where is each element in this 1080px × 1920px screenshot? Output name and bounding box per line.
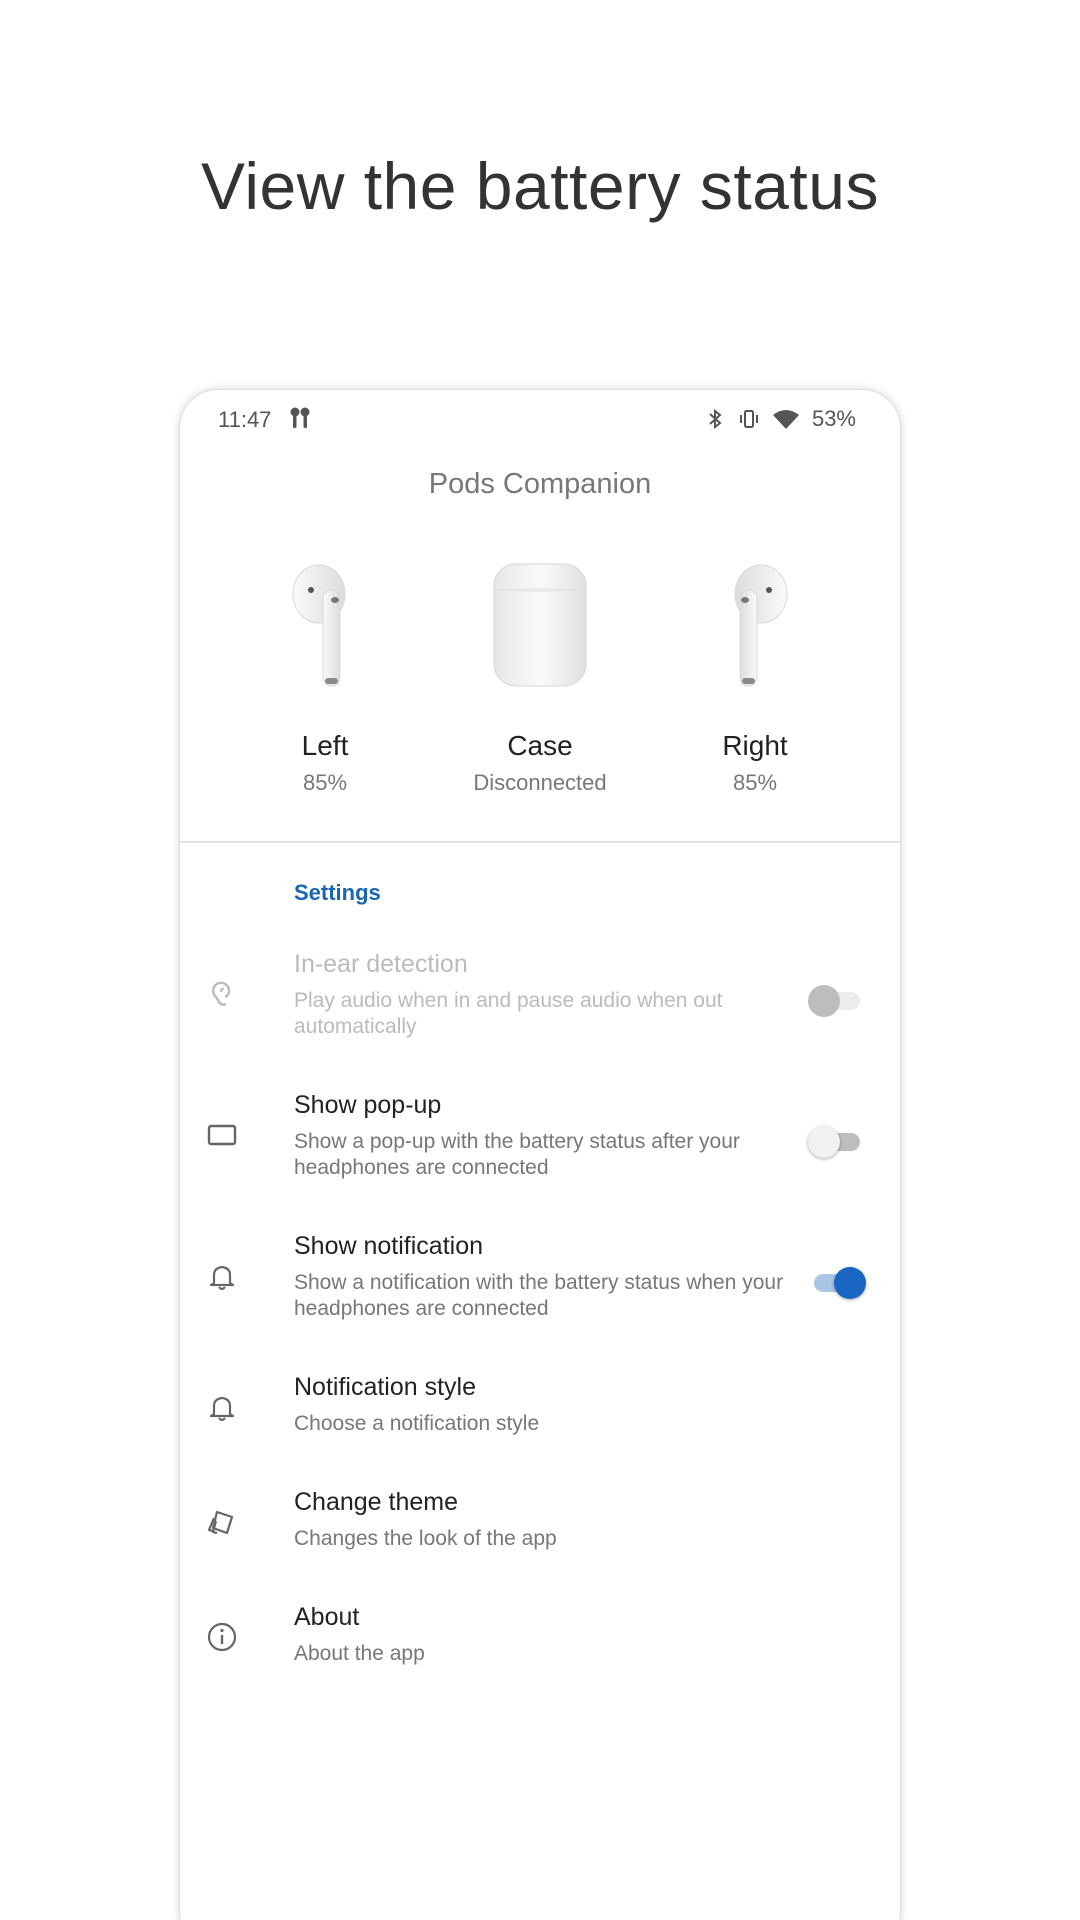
pref-change-theme-title: Change theme [294,1488,459,1516]
device-right: Right 85% [655,560,855,796]
status-time: 11:47 [218,407,272,432]
status-bar: 11:47 53% [180,390,900,448]
device-right-battery: 85% [732,770,778,795]
bell-icon [209,1265,235,1291]
pref-show-notification-summary: Show a notification with the battery sta… [294,1271,784,1320]
pref-about-summary: About the app [294,1642,425,1665]
pref-show-notification[interactable]: Show notification Show a notification wi… [180,1232,900,1332]
battery-percentage: 53% [811,406,856,431]
pref-in-ear-detection-title: In-ear detection [294,950,468,978]
charging-case-icon [493,563,587,687]
pref-notification-style[interactable]: Notification style Choose a notification… [180,1373,900,1453]
pref-show-popup-summary: Show a pop-up with the battery status af… [294,1130,740,1179]
device-case-name: Case [507,730,573,761]
airpods-icon [290,407,310,428]
show-popup-switch[interactable] [808,1123,864,1158]
promo-headline: View the battery status [201,149,879,223]
pref-show-notification-title: Show notification [294,1232,484,1260]
device-case: Case Disconnected [440,560,640,796]
device-right-name: Right [722,730,788,761]
theme-icon [207,1510,234,1535]
popup-window-icon [207,1124,237,1146]
show-notification-switch[interactable] [808,1264,866,1299]
pref-about-title: About [294,1603,360,1631]
pref-about[interactable]: About About the app [180,1603,900,1683]
app-title: Pods Companion [428,468,652,500]
settings-section-header: Settings [294,880,381,905]
pref-notification-style-summary: Choose a notification style [294,1412,540,1435]
pref-show-popup[interactable]: Show pop-up Show a pop-up with the batte… [180,1091,900,1191]
device-left-name: Left [301,730,349,761]
wifi-icon [772,410,799,429]
bluetooth-icon [709,408,722,430]
vibrate-icon [739,410,758,428]
left-earbud-icon [292,564,346,687]
device-left-battery: 85% [302,770,348,795]
device-case-status: Disconnected [473,770,607,795]
phone-frame: 11:47 53% Pods Companion Left 85% Case D… [180,390,900,1920]
ear-icon [212,981,231,1006]
pref-in-ear-detection-summary: Play audio when in and pause audio when … [294,989,723,1038]
pref-change-theme[interactable]: Change theme Changes the look of the app [180,1488,900,1568]
device-left: Left 85% [225,560,425,796]
right-earbud-icon [734,564,788,687]
bell-icon [209,1396,235,1422]
pref-change-theme-summary: Changes the look of the app [294,1527,557,1550]
status-icons: 53% [704,406,856,432]
in-ear-detection-switch[interactable] [808,982,864,1017]
pref-in-ear-detection[interactable]: In-ear detection Play audio when in and … [180,950,900,1050]
pref-notification-style-title: Notification style [294,1373,477,1401]
info-icon [207,1622,237,1652]
pref-show-popup-title: Show pop-up [294,1091,442,1119]
section-divider [180,841,900,843]
